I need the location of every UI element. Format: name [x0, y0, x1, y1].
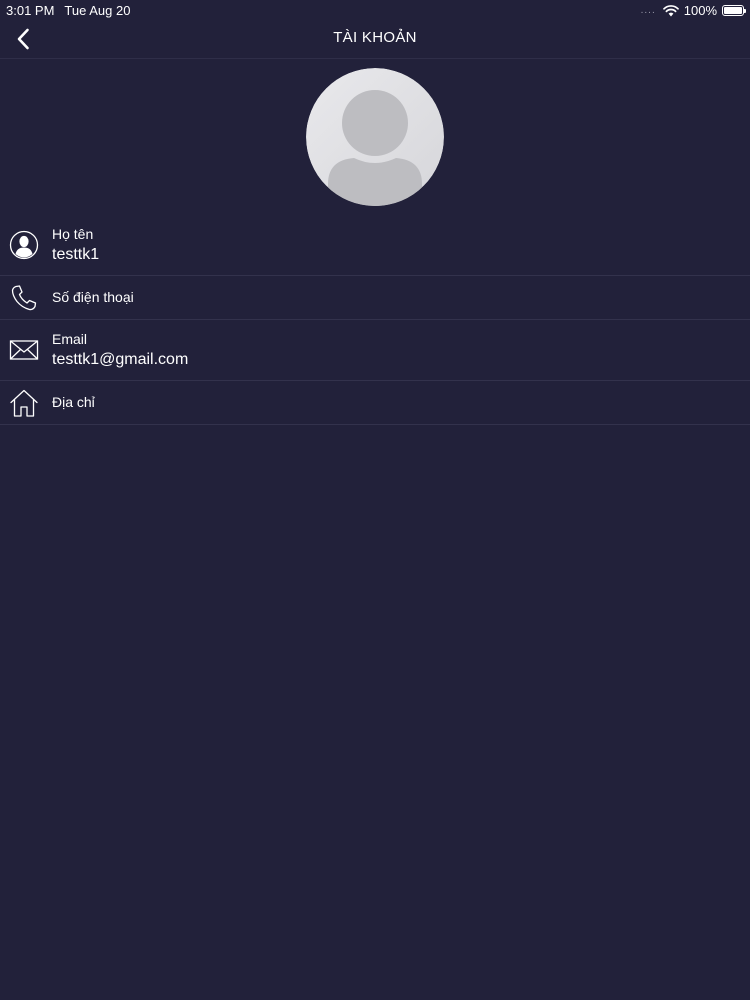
mail-icon [9, 340, 39, 360]
status-bar: 3:01 PM Tue Aug 20 .... 100% [0, 0, 750, 20]
user-icon [9, 230, 39, 260]
name-label: Họ tên [52, 226, 94, 242]
address-text: Địa chỉ [52, 394, 95, 411]
status-time: 3:01 PM [6, 3, 55, 18]
status-right: .... 100% [640, 3, 746, 18]
phone-row[interactable]: Số điện thoại [0, 276, 750, 320]
phone-text: Số điện thoại [52, 289, 134, 306]
nav-bar: TÀI KHOẢN [0, 20, 750, 59]
email-value: testtk1@gmail.com [52, 351, 189, 368]
address-label: Địa chỉ [52, 394, 95, 410]
home-icon [10, 389, 38, 417]
account-screen: 3:01 PM Tue Aug 20 .... 100% TÀI KHOẢN H… [0, 0, 750, 1000]
battery-percent: 100% [683, 3, 717, 18]
status-left: 3:01 PM Tue Aug 20 [6, 3, 130, 18]
name-row[interactable]: Họ tên testtk1 [0, 218, 750, 276]
phone-label: Số điện thoại [52, 289, 134, 305]
email-text: Email testtk1@gmail.com [52, 331, 188, 370]
email-row[interactable]: Email testtk1@gmail.com [0, 320, 750, 381]
wifi-icon [662, 4, 679, 16]
phone-icon [11, 285, 37, 311]
email-label: Email [52, 331, 88, 347]
profile-info-list: Họ tên testtk1 Số điện thoại Email testt… [0, 218, 750, 425]
name-text: Họ tên testtk1 [52, 226, 99, 265]
address-row[interactable]: Địa chỉ [0, 381, 750, 425]
signal-icon: .... [640, 5, 656, 16]
page-title: TÀI KHOẢN [333, 29, 417, 46]
avatar[interactable] [306, 68, 444, 206]
default-avatar-icon [306, 68, 444, 206]
battery-icon [722, 5, 746, 16]
name-value: testtk1 [52, 246, 100, 263]
battery-fill [724, 7, 742, 14]
status-date: Tue Aug 20 [64, 3, 131, 18]
